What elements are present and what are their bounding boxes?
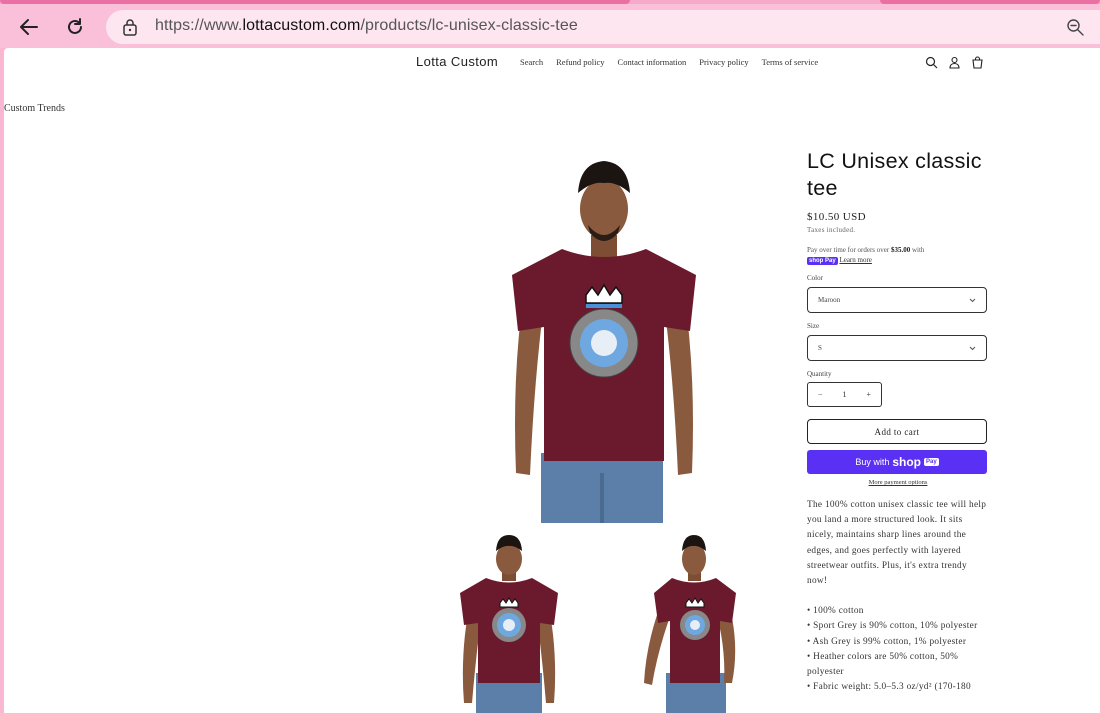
quantity-label: Quantity <box>807 370 832 378</box>
color-select[interactable]: Maroon <box>807 287 987 313</box>
menu-item-terms-of-service[interactable]: Terms of service <box>762 57 819 67</box>
shoppay-text-suffix: with <box>910 246 925 254</box>
learn-more-link[interactable]: Learn more <box>839 256 871 264</box>
product-info: LC Unisex classic tee $10.50 USD Taxes i… <box>807 148 989 695</box>
header-icons <box>925 56 984 69</box>
tax-note: Taxes included. <box>807 226 856 234</box>
quantity-increase-button[interactable]: + <box>866 390 871 399</box>
shoppay-amount: $35.00 <box>890 246 911 254</box>
add-to-cart-button[interactable]: Add to cart <box>807 419 987 444</box>
shop-logo: shop <box>892 455 921 469</box>
account-icon[interactable] <box>948 56 961 69</box>
product-features: • 100% cotton • Sport Grey is 90% cotton… <box>807 604 989 695</box>
reload-button[interactable] <box>60 12 90 42</box>
buy-with-shoppay-button[interactable]: Buy with shop Pay <box>807 450 987 474</box>
product-thumbnail-2[interactable] <box>616 533 766 713</box>
site-header: Lotta Custom Search Refund policy Contac… <box>4 48 1100 78</box>
product-price: $10.50 USD <box>807 211 867 223</box>
zoom-icon[interactable] <box>1066 18 1084 36</box>
web-page: Lotta Custom Search Refund policy Contac… <box>4 48 1100 713</box>
size-label: Size <box>807 322 820 330</box>
url-text[interactable]: https://www.lottacustom.com/products/lc-… <box>155 17 578 35</box>
cart-icon[interactable] <box>971 56 984 69</box>
chevron-down-icon <box>969 298 976 302</box>
size-select-value: S <box>818 344 822 352</box>
store-name[interactable]: Lotta Custom <box>416 54 498 69</box>
buy-with-label: Buy with <box>855 457 890 467</box>
more-payment-options-link[interactable]: More payment options <box>807 479 989 486</box>
address-bar[interactable]: https://www.lottacustom.com/products/lc-… <box>106 10 1100 44</box>
pay-badge: Pay <box>924 458 939 466</box>
color-select-value: Maroon <box>818 296 841 304</box>
feature-item: • Sport Grey is 90% cotton, 10% polyeste… <box>807 621 978 632</box>
menu-item-contact-information[interactable]: Contact information <box>618 57 687 67</box>
url-host: lottacustom.com <box>242 17 361 34</box>
arrow-left-icon <box>20 19 38 35</box>
url-prefix: https://www. <box>155 17 243 34</box>
product-main-image[interactable] <box>484 153 724 523</box>
shoppay-text: Pay over time for orders over <box>807 246 891 254</box>
menu-item-search[interactable]: Search <box>520 57 543 67</box>
collection-breadcrumb[interactable]: Custom Trends <box>4 103 65 114</box>
feature-item: • Fabric weight: 5.0–5.3 oz/yd² (170-180 <box>807 682 971 693</box>
feature-item: • 100% cotton <box>807 606 864 617</box>
feature-item: • Ash Grey is 99% cotton, 1% polyester <box>807 636 967 647</box>
chevron-down-icon <box>969 346 976 350</box>
product-thumbnail-1[interactable] <box>434 533 584 713</box>
shoppay-logo: shop Pay <box>807 257 838 265</box>
quantity-decrease-button[interactable]: − <box>818 390 823 399</box>
product-description: The 100% cotton unisex classic tee will … <box>807 500 987 587</box>
main-menu: Search Refund policy Contact information… <box>520 57 818 67</box>
product-title: LC Unisex classic tee <box>807 149 982 200</box>
feature-item: • Heather colors are 50% cotton, 50% pol… <box>807 651 959 678</box>
menu-item-refund-policy[interactable]: Refund policy <box>556 57 604 67</box>
url-path: /products/lc-unisex-classic-tee <box>360 17 578 34</box>
back-button[interactable] <box>14 12 44 42</box>
quantity-input[interactable]: 1 <box>843 390 847 399</box>
size-select[interactable]: S <box>807 335 987 361</box>
search-icon[interactable] <box>925 56 938 69</box>
quantity-stepper: − 1 + <box>807 382 882 407</box>
shoppay-installments-message: Pay over time for orders over $35.00 wit… <box>807 245 989 265</box>
menu-item-privacy-policy[interactable]: Privacy policy <box>699 57 748 67</box>
browser-toolbar: https://www.lottacustom.com/products/lc-… <box>0 4 1100 48</box>
lock-icon[interactable] <box>122 18 138 36</box>
reload-icon <box>68 18 82 34</box>
color-label: Color <box>807 274 823 282</box>
